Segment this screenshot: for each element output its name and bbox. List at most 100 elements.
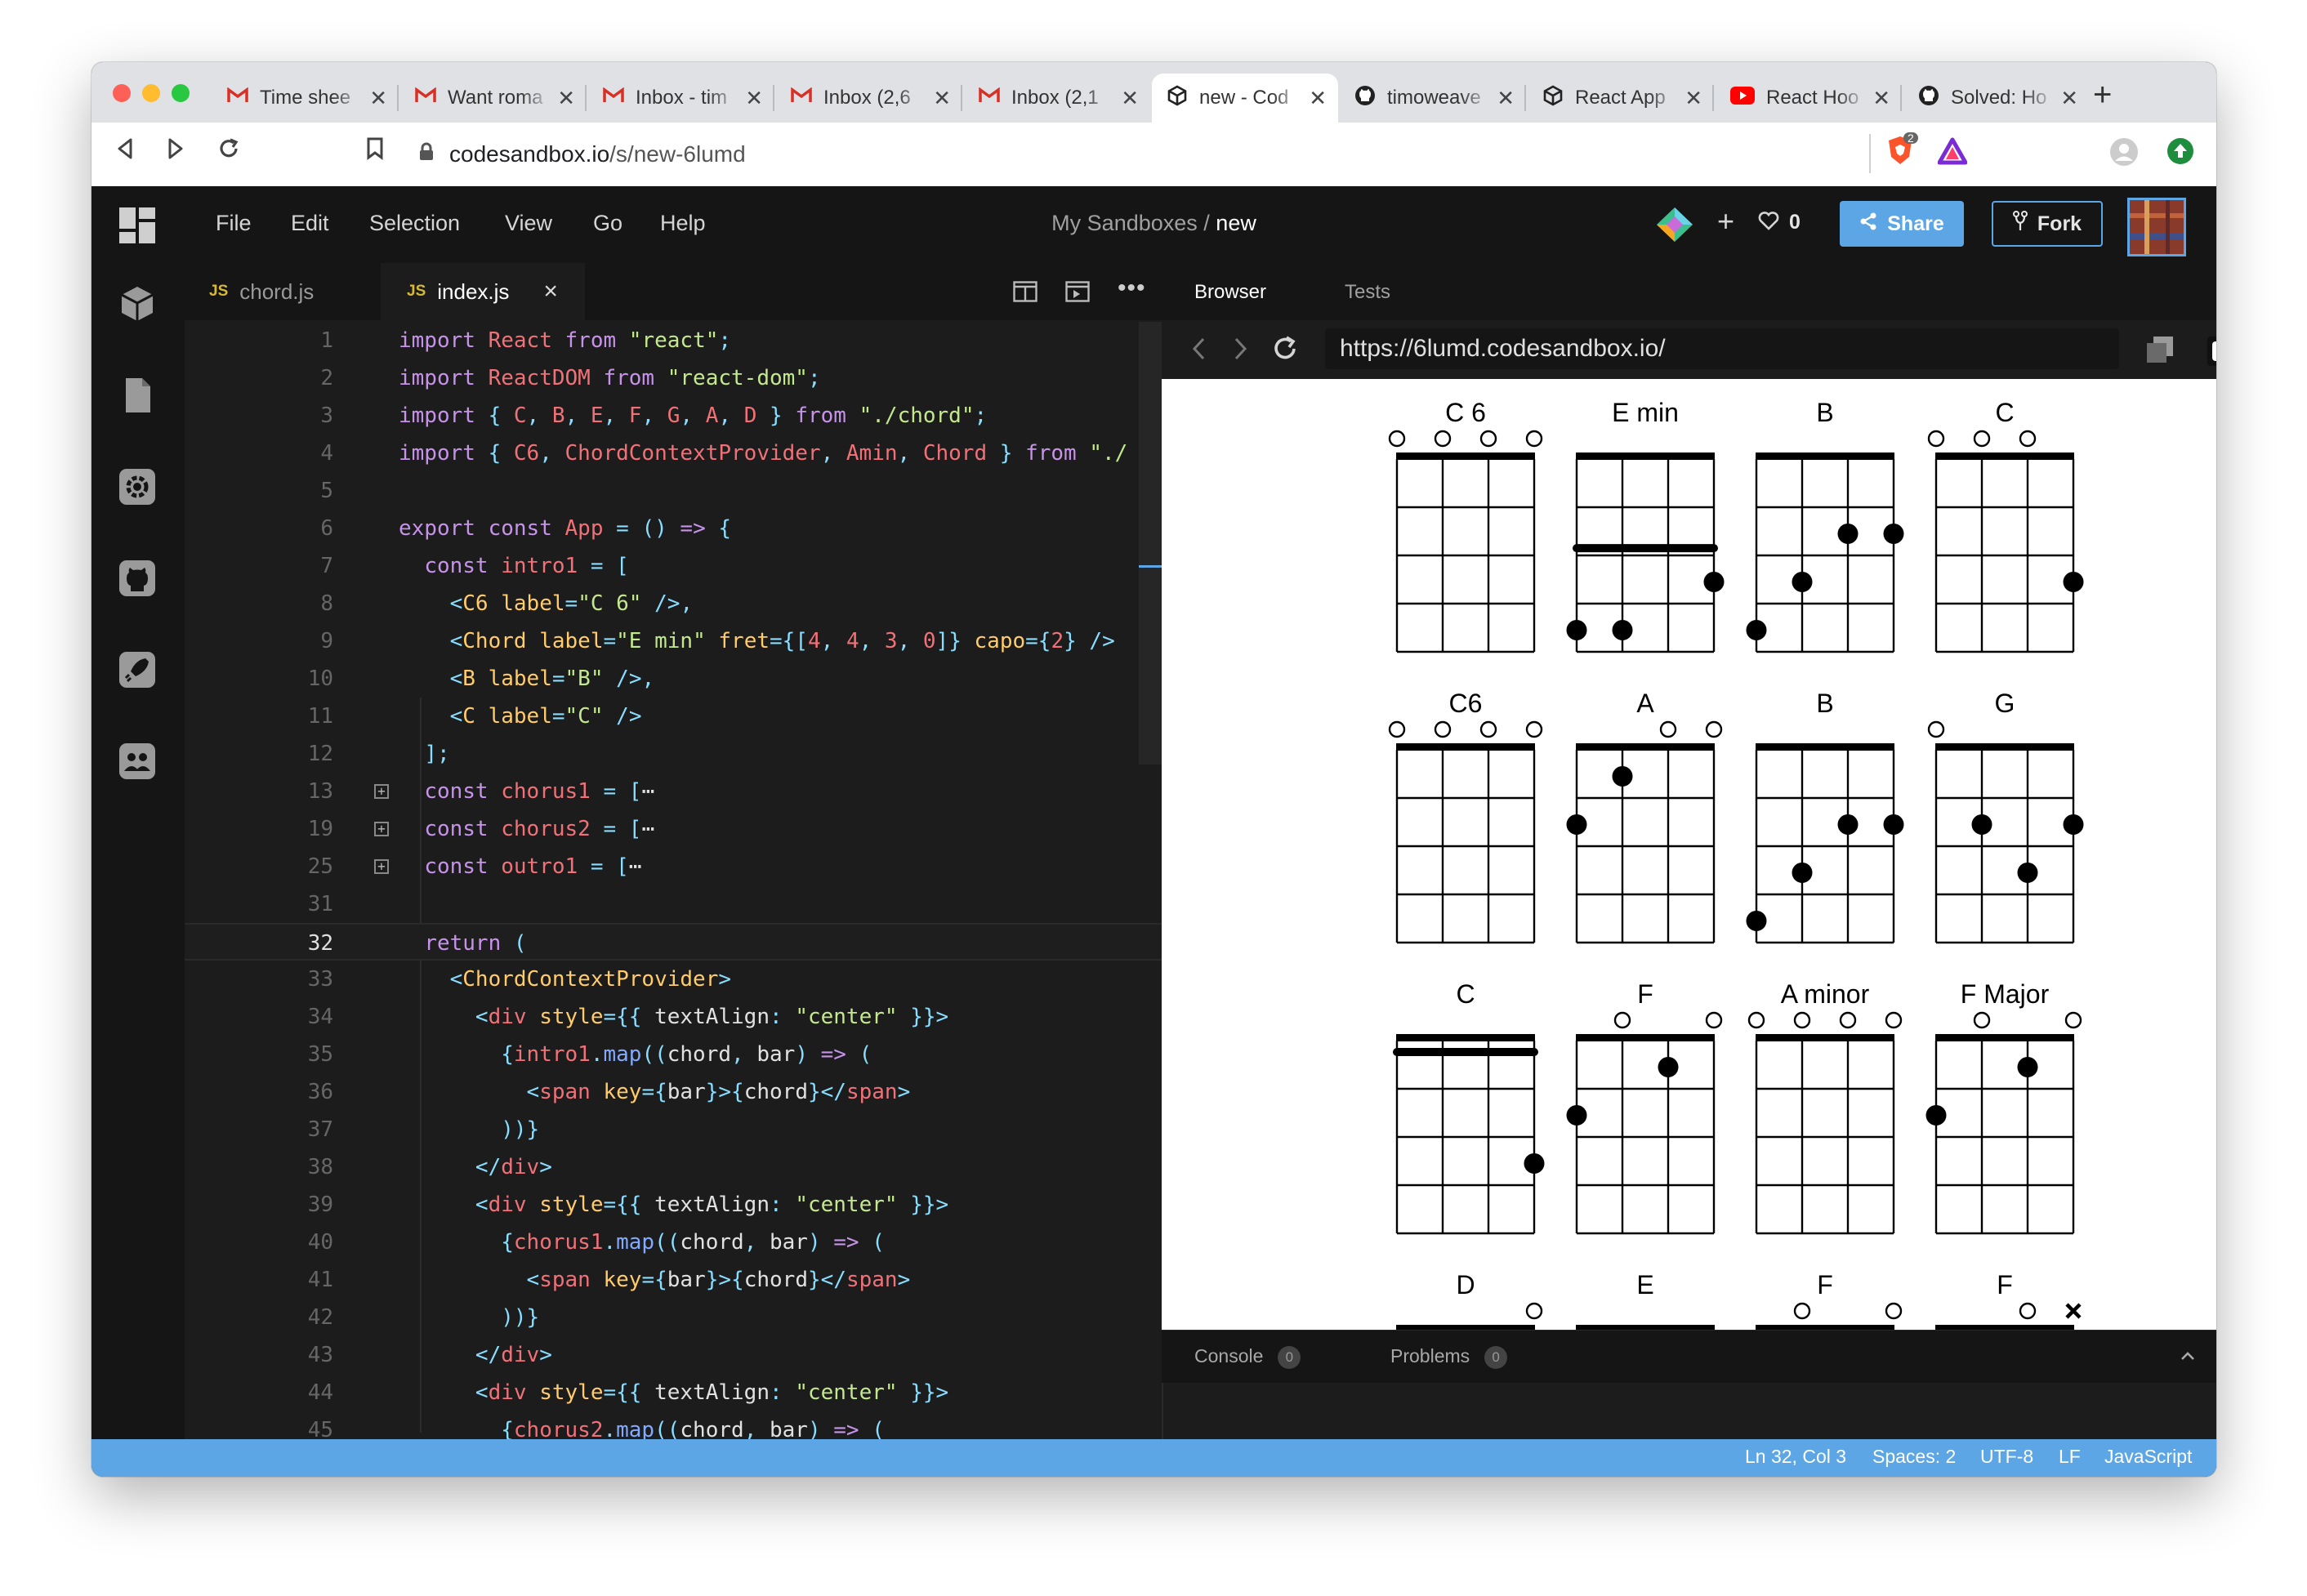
profile-avatar-icon[interactable] <box>2109 137 2139 171</box>
file-explorer-icon[interactable] <box>118 376 157 415</box>
close-tab-icon[interactable]: ✕ <box>1685 86 1702 111</box>
preview-refresh-icon[interactable] <box>1271 335 1299 367</box>
open-in-new-window-icon[interactable] <box>2145 335 2175 368</box>
code-line: 37 ))} <box>307 1117 540 1142</box>
browser-tab[interactable]: Inbox (2,6 ✕ <box>776 74 962 123</box>
preview-address-bar: https://6lumd.codesandbox.io/ <box>1162 320 2216 379</box>
forward-icon[interactable] <box>167 137 185 163</box>
open-string-marker <box>1479 720 1497 738</box>
encoding[interactable]: UTF-8 <box>1980 1446 2033 1468</box>
user-avatar[interactable] <box>2127 198 2186 256</box>
tab-index-js[interactable]: JS index.js × <box>381 263 585 320</box>
browser-tab[interactable]: Solved: Ho ✕ <box>1903 74 2090 123</box>
close-tab-icon[interactable]: × <box>543 278 558 305</box>
open-string-marker <box>1927 720 1945 738</box>
share-button[interactable]: Share <box>1840 201 1964 247</box>
close-tab-icon[interactable]: ✕ <box>369 86 387 111</box>
chord-label: F <box>1817 1270 1833 1300</box>
chord-label: E <box>1636 1270 1653 1300</box>
browser-tab[interactable]: Inbox - tim ✕ <box>588 74 774 123</box>
close-tab-icon[interactable]: ✕ <box>1872 86 1890 111</box>
back-icon[interactable] <box>116 137 134 163</box>
finger-dot <box>1658 1056 1679 1077</box>
chevron-up-icon[interactable] <box>2180 1350 2196 1366</box>
open-string-marker <box>2019 430 2037 448</box>
chord-label: F <box>1637 979 1653 1009</box>
expand-fold-icon[interactable]: + <box>374 784 389 799</box>
codesandbox-icon <box>1542 85 1564 112</box>
preview-frame: C 6 E min B C C6 A B G C F A minor F Major D E F F <box>1162 379 2216 1330</box>
expand-fold-icon[interactable]: + <box>374 859 389 874</box>
preview-back-icon[interactable] <box>1191 337 1206 365</box>
close-tab-icon[interactable]: ✕ <box>1309 86 1327 111</box>
project-info-icon[interactable] <box>118 284 157 323</box>
fork-button[interactable]: Fork <box>1992 201 2103 247</box>
open-preview-icon[interactable] <box>1065 281 1090 306</box>
more-actions-icon[interactable]: ••• <box>1118 274 1146 302</box>
settings-gear-icon[interactable] <box>118 467 157 506</box>
browser-tab[interactable]: Time shee ✕ <box>212 74 399 123</box>
tab-tests[interactable]: Tests <box>1345 281 1390 304</box>
reload-icon[interactable] <box>217 137 240 164</box>
update-icon[interactable] <box>2166 137 2194 169</box>
open-string-marker <box>1885 1011 1903 1029</box>
code-line: 31 <box>307 892 333 916</box>
finger-dot <box>1746 619 1767 640</box>
close-tab-icon[interactable]: ✕ <box>745 86 763 111</box>
close-tab-icon[interactable]: ✕ <box>933 86 951 111</box>
address-bar[interactable]: codesandbox.io/s/new-6lumd <box>418 132 1872 176</box>
new-tab-button[interactable]: + <box>2093 78 2112 111</box>
browser-tab[interactable]: React App ✕ <box>1528 74 1714 123</box>
cursor-position[interactable]: Ln 32, Col 3 <box>1745 1446 1846 1468</box>
chord-nut <box>1756 452 1894 460</box>
close-tab-icon[interactable]: ✕ <box>1121 86 1139 111</box>
preview-toggle[interactable] <box>2207 337 2216 366</box>
browser-tab[interactable]: timoweave ✕ <box>1340 74 1526 123</box>
tab-problems[interactable]: Problems 0 <box>1390 1345 1508 1369</box>
chord-label: E min <box>1612 398 1679 427</box>
tab-chord-js[interactable]: JS chord.js <box>185 263 381 320</box>
indentation[interactable]: Spaces: 2 <box>1872 1446 1956 1468</box>
browser-tab[interactable]: Want roma ✕ <box>400 74 587 123</box>
close-tab-icon[interactable]: ✕ <box>557 86 575 111</box>
code-area[interactable]: 1 import React from "react"; 2 import Reac… <box>185 322 1162 1439</box>
close-tab-icon[interactable]: ✕ <box>1497 86 1515 111</box>
maximize-window-button[interactable] <box>172 84 190 102</box>
live-users-icon[interactable] <box>118 742 157 781</box>
chord-nut <box>1756 743 1894 751</box>
minimize-window-button[interactable] <box>142 84 160 102</box>
split-editor-icon[interactable] <box>1013 281 1037 306</box>
preview-forward-icon[interactable] <box>1234 337 1248 365</box>
problems-count-badge: 0 <box>1484 1345 1508 1369</box>
breadcrumb-parent[interactable]: My Sandboxes <box>1051 211 1198 235</box>
tab-browser[interactable]: Browser <box>1194 281 1266 304</box>
browser-tab[interactable]: Inbox (2,1 ✕ <box>964 74 1150 123</box>
preview-url-input[interactable]: https://6lumd.codesandbox.io/ <box>1325 328 2119 369</box>
code-line: 3 import { C, B, E, F, G, A, D } from "./… <box>320 403 988 428</box>
code-line: 42 ))} <box>307 1305 540 1330</box>
github-icon[interactable] <box>118 559 157 598</box>
finger-dot <box>1837 523 1859 544</box>
bookmark-icon[interactable] <box>366 137 384 164</box>
browser-tab-active[interactable]: new - Cod ✕ <box>1152 74 1338 123</box>
expand-fold-icon[interactable]: + <box>374 822 389 836</box>
brave-shield-icon[interactable]: 2 <box>1885 132 1918 171</box>
browser-tab[interactable]: React Hoo ✕ <box>1716 74 1902 123</box>
live-icon[interactable] <box>1655 206 1694 247</box>
finger-dot <box>1566 1104 1587 1126</box>
open-string-marker <box>1525 720 1543 738</box>
close-tab-icon[interactable]: ✕ <box>2060 86 2078 111</box>
sandbox-title[interactable]: new <box>1216 211 1256 235</box>
brave-rewards-icon[interactable] <box>1937 137 1968 169</box>
line-endings[interactable]: LF <box>2059 1446 2081 1468</box>
like-button[interactable]: 0 <box>1758 211 1801 234</box>
deployment-rocket-icon[interactable] <box>118 650 157 689</box>
chord-label: D <box>1456 1270 1475 1300</box>
code-line: 19 + const chorus2 = [⋯ <box>307 817 655 841</box>
close-window-button[interactable] <box>113 84 131 102</box>
add-icon[interactable]: + <box>1717 204 1734 239</box>
language-mode[interactable]: JavaScript <box>2104 1446 2192 1468</box>
chord-label: C 6 <box>1445 398 1486 427</box>
status-bar: Ln 32, Col 3 Spaces: 2 UTF-8 LF JavaScri… <box>91 1439 2216 1477</box>
tab-console[interactable]: Console 0 <box>1194 1345 1301 1369</box>
